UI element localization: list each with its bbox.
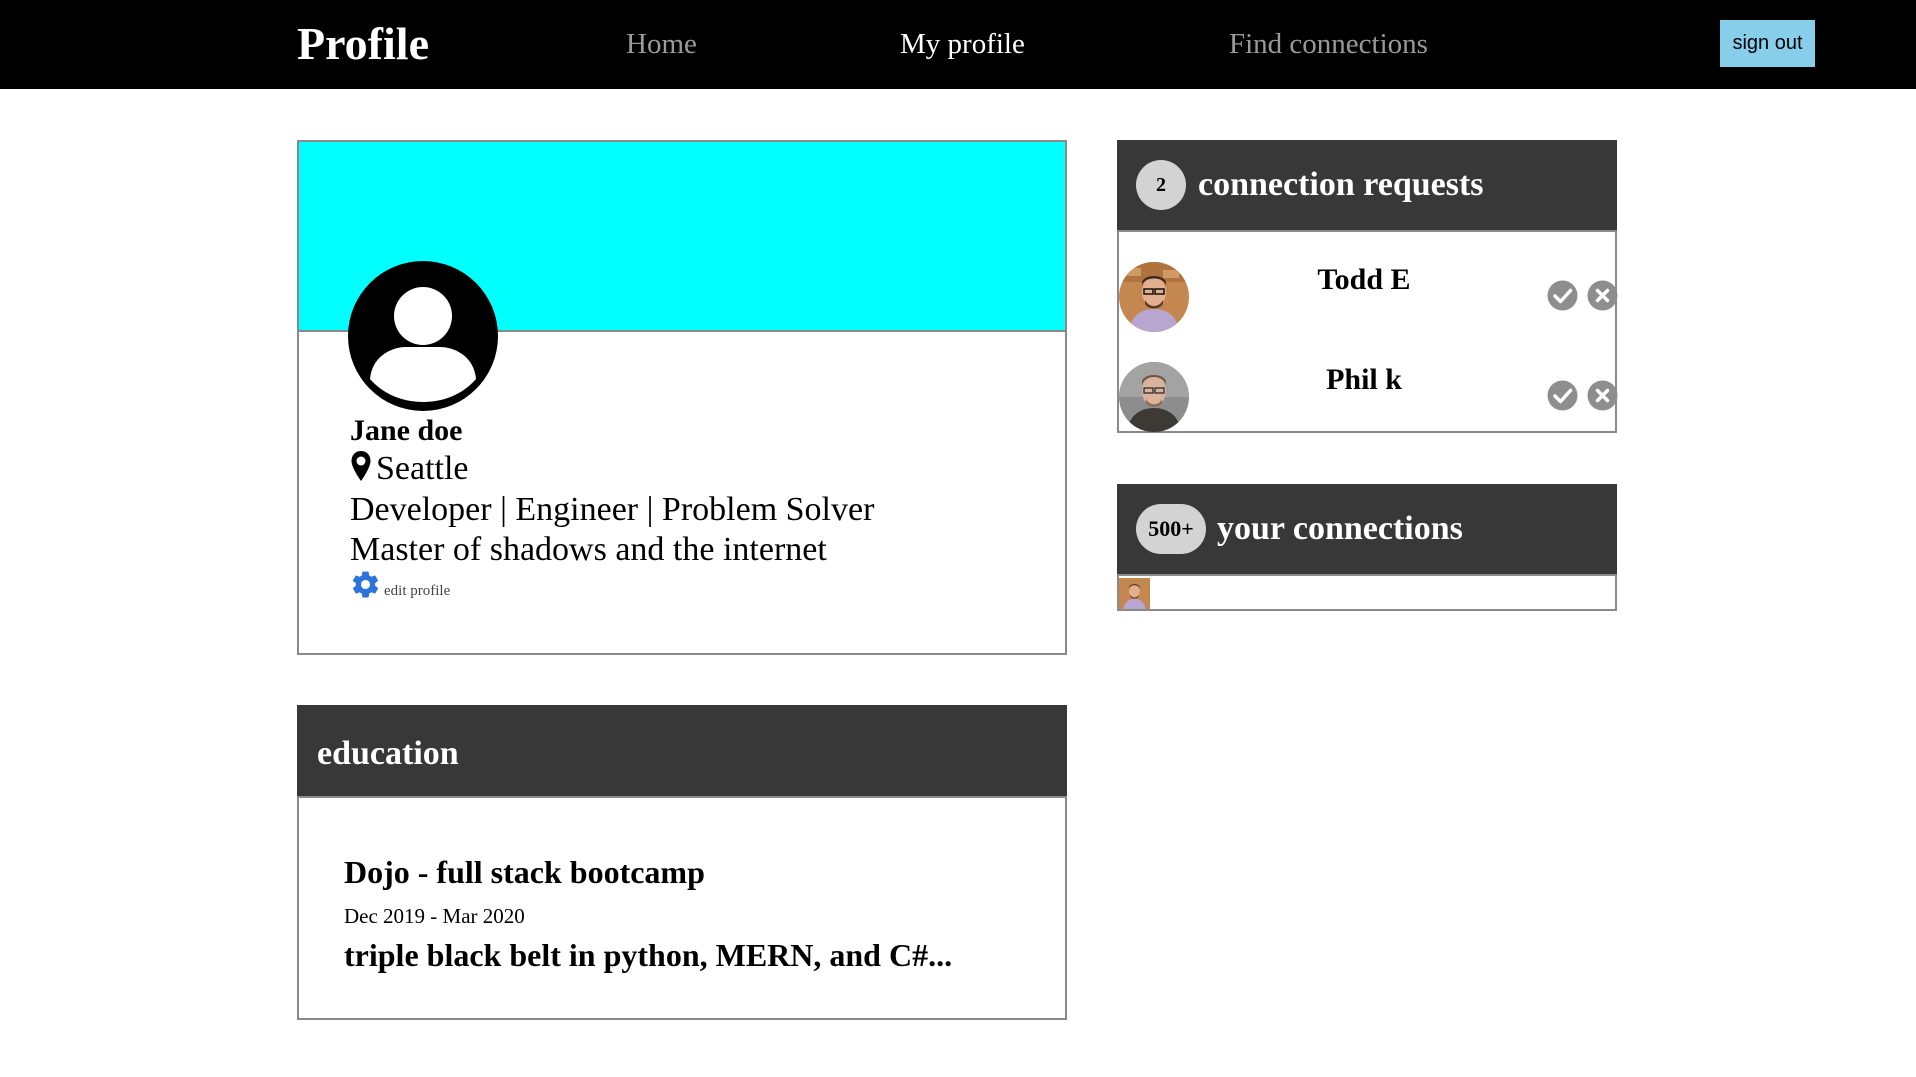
connections-card: 500+ your connections <box>1117 484 1617 611</box>
user-silhouette-icon <box>348 261 498 411</box>
profile-bio: Master of shadows and the internet <box>350 531 827 568</box>
education-dates: Dec 2019 - Mar 2020 <box>344 904 525 928</box>
edit-profile-link[interactable]: edit profile <box>350 569 450 600</box>
nav-link-home[interactable]: Home <box>626 26 697 62</box>
request-count-badge: 2 <box>1136 160 1186 210</box>
x-circle-icon[interactable] <box>1587 380 1618 411</box>
gear-icon <box>352 571 379 598</box>
profile-location: Seattle <box>350 450 469 488</box>
connection-requests-card: 2 connection requests Todd E Phil k <box>1117 140 1618 433</box>
education-school: Dojo - full stack bootcamp <box>344 854 705 890</box>
profile-location-text: Seattle <box>376 450 469 487</box>
connection-requests-header: 2 connection requests <box>1117 140 1617 232</box>
avatar[interactable] <box>1119 578 1150 609</box>
sign-out-button[interactable]: sign out <box>1720 20 1815 67</box>
connections-header: 500+ your connections <box>1117 484 1617 576</box>
profile-name: Jane doe <box>350 414 463 447</box>
connection-count-badge: 500+ <box>1136 504 1206 554</box>
connections-title: your connections <box>1217 510 1463 547</box>
nav-link-my-profile[interactable]: My profile <box>900 26 1025 62</box>
top-navbar: Profile Home My profile Find connections… <box>0 0 1916 89</box>
education-description: triple black belt in python, MERN, and C… <box>344 937 953 973</box>
x-circle-icon[interactable] <box>1587 280 1618 311</box>
request-row: Todd E <box>1119 262 1618 342</box>
edit-profile-label: edit profile <box>384 583 451 599</box>
request-row: Phil k <box>1119 362 1618 442</box>
request-name[interactable]: Todd E <box>1199 262 1529 298</box>
brand-title: Profile <box>297 18 429 69</box>
avatar <box>1119 362 1189 432</box>
connection-requests-title: connection requests <box>1198 166 1484 203</box>
check-circle-icon[interactable] <box>1547 380 1578 411</box>
profile-card: Jane doe Seattle Developer | Engineer | … <box>297 140 1067 655</box>
education-card: education Dojo - full stack bootcamp Dec… <box>297 705 1067 1020</box>
avatar <box>1119 262 1189 332</box>
education-title: education <box>317 735 459 772</box>
profile-headline: Developer | Engineer | Problem Solver <box>350 491 875 528</box>
check-circle-icon[interactable] <box>1547 280 1578 311</box>
nav-link-find-connections[interactable]: Find connections <box>1229 26 1428 62</box>
education-header: education <box>297 705 1067 798</box>
request-name[interactable]: Phil k <box>1199 362 1529 398</box>
map-pin-icon <box>351 451 371 481</box>
